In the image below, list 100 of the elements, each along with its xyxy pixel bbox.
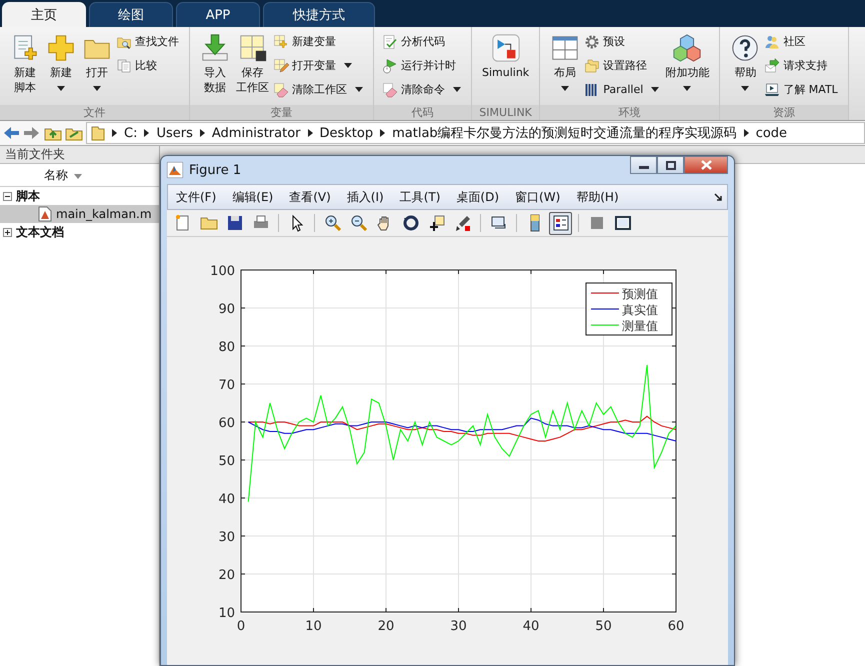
address-field[interactable]: C: Users Administrator Desktop matlab编程卡尔曼方法的预测短时交通流量的程序实现源码 code xyxy=(86,122,865,144)
maximize-button[interactable] xyxy=(657,156,684,174)
menu-item[interactable]: 桌面(D) xyxy=(448,188,508,206)
toolstrip-button[interactable]: Parallel xyxy=(584,79,662,100)
legend-line xyxy=(590,308,620,310)
toolstrip-button[interactable]: Simulink xyxy=(480,31,532,105)
ribbon-tab[interactable]: APP xyxy=(176,2,260,27)
tick-label: 80 xyxy=(218,340,235,355)
expander-icon[interactable] xyxy=(3,192,12,200)
caret-icon xyxy=(93,86,101,91)
menu-item[interactable]: 插入(I) xyxy=(338,188,392,206)
help-icon xyxy=(730,33,760,63)
separator-arrow-icon xyxy=(200,129,205,137)
group-label: 文件 xyxy=(0,105,189,120)
expander-icon[interactable] xyxy=(3,228,12,236)
eraser-icon xyxy=(273,82,289,98)
minimize-button[interactable] xyxy=(630,156,657,174)
ribbon-tab[interactable]: 绘图 xyxy=(89,2,173,27)
block-diagram-icon xyxy=(490,33,521,63)
people-icon xyxy=(764,34,780,50)
panel-title: 当前文件夹 xyxy=(0,146,159,164)
menu-item[interactable]: 窗口(W) xyxy=(507,188,568,206)
tick-label: 10 xyxy=(305,619,322,634)
eraser-icon xyxy=(382,82,398,98)
toolstrip-button[interactable]: 附加功能 xyxy=(663,31,712,105)
toolstrip-button[interactable]: 了解 MATL xyxy=(764,79,840,100)
tick-label: 30 xyxy=(450,619,467,634)
menu-item[interactable]: 文件(F) xyxy=(168,188,224,206)
arrow-envelope-icon xyxy=(764,58,780,74)
toolstrip-button[interactable]: 预设 xyxy=(584,31,662,52)
path-segment[interactable]: matlab编程卡尔曼方法的预测短时交通流量的程序实现源码 xyxy=(392,124,737,142)
timer-play-icon xyxy=(382,58,398,74)
legend-label: 预测值 xyxy=(622,287,658,301)
documents-icon xyxy=(116,58,132,74)
legend-icon xyxy=(552,214,570,232)
tick-label: 20 xyxy=(218,568,235,583)
data-cursor-icon xyxy=(428,214,446,232)
path-segment[interactable]: Administrator xyxy=(212,126,300,140)
app-logo-icon xyxy=(167,162,183,178)
toolbar-button[interactable] xyxy=(549,212,572,234)
folders-icon xyxy=(584,58,600,74)
menu-item[interactable]: 帮助(H) xyxy=(568,188,627,206)
tree-group[interactable]: 文本文档 xyxy=(16,224,64,240)
legend-label: 测量值 xyxy=(622,319,658,333)
caret-icon xyxy=(355,87,363,92)
close-button[interactable] xyxy=(684,156,728,174)
toolstrip-button[interactable]: 帮助 xyxy=(728,31,762,105)
zoom-out-icon xyxy=(350,214,368,232)
group-label: SIMULINK xyxy=(472,105,540,120)
zoom-in-icon xyxy=(324,214,342,232)
toolstrip-button[interactable]: 新建 xyxy=(44,31,78,105)
toolstrip-button[interactable]: 打开变量 xyxy=(273,55,365,76)
menu-item[interactable]: 查看(V) xyxy=(281,188,339,206)
toolstrip-button[interactable]: 打开 xyxy=(80,31,114,105)
undock-arrow-icon xyxy=(714,192,723,202)
menu-item[interactable]: 编辑(E) xyxy=(224,188,282,206)
toolstrip-button[interactable]: 查找文件 xyxy=(116,31,181,52)
toolstrip-button[interactable]: 布局 xyxy=(548,31,582,105)
path-segment[interactable]: Users xyxy=(156,126,193,140)
toolstrip-button[interactable]: 分析代码 xyxy=(382,31,463,52)
toolstrip-button[interactable]: 社区 xyxy=(764,31,840,52)
window-frame-icon xyxy=(614,214,632,232)
toolstrip-button[interactable]: 比较 xyxy=(116,55,181,76)
caret-icon xyxy=(453,87,461,92)
group-label: 环境 xyxy=(540,105,720,120)
tick-label: 90 xyxy=(218,302,235,317)
grid-plus-icon xyxy=(273,34,289,50)
tick-label: 20 xyxy=(378,619,394,634)
group-label: 代码 xyxy=(374,105,471,120)
toolstrip-button[interactable]: 新建 脚本 xyxy=(8,31,42,105)
plus-icon xyxy=(46,33,76,63)
column-header[interactable]: 名称 xyxy=(44,166,68,184)
path-segment[interactable]: Desktop xyxy=(320,126,374,140)
path-segment[interactable]: code xyxy=(756,126,788,140)
toolstrip-button[interactable]: 清除命令 xyxy=(382,79,463,100)
group-label: 变量 xyxy=(190,105,373,120)
path-segment[interactable]: C: xyxy=(124,126,138,140)
tree-group[interactable]: 脚本 xyxy=(16,188,40,204)
toolstrip-button[interactable]: 清除工作区 xyxy=(273,79,365,100)
checklist-icon xyxy=(382,34,398,50)
rotate-icon xyxy=(402,214,420,232)
grid-pencil-icon xyxy=(273,58,289,74)
toolstrip-button[interactable]: 设置路径 xyxy=(584,55,662,76)
toolstrip-button[interactable]: 保存 工作区 xyxy=(234,31,271,105)
caret-icon xyxy=(741,86,750,91)
caret-icon xyxy=(561,86,570,91)
tick-label: 70 xyxy=(218,378,235,393)
folder-icon xyxy=(91,125,105,141)
separator-arrow-icon xyxy=(380,129,386,137)
cubes-icon xyxy=(672,33,702,63)
separator-arrow-icon xyxy=(308,129,312,137)
monitor-play-icon xyxy=(764,82,780,98)
ribbon-tab[interactable]: 快捷方式 xyxy=(263,2,375,27)
file-item[interactable]: main_kalman.m xyxy=(0,205,159,223)
ribbon-tab[interactable]: 主页 xyxy=(2,2,86,27)
toolstrip-button[interactable]: 新建变量 xyxy=(273,31,365,52)
toolstrip-button[interactable]: 运行并计时 xyxy=(382,55,463,76)
menu-item[interactable]: 工具(T) xyxy=(392,188,448,206)
toolstrip-button[interactable]: 导入 数据 xyxy=(198,31,232,105)
toolstrip-button[interactable]: 请求支持 xyxy=(764,55,840,76)
